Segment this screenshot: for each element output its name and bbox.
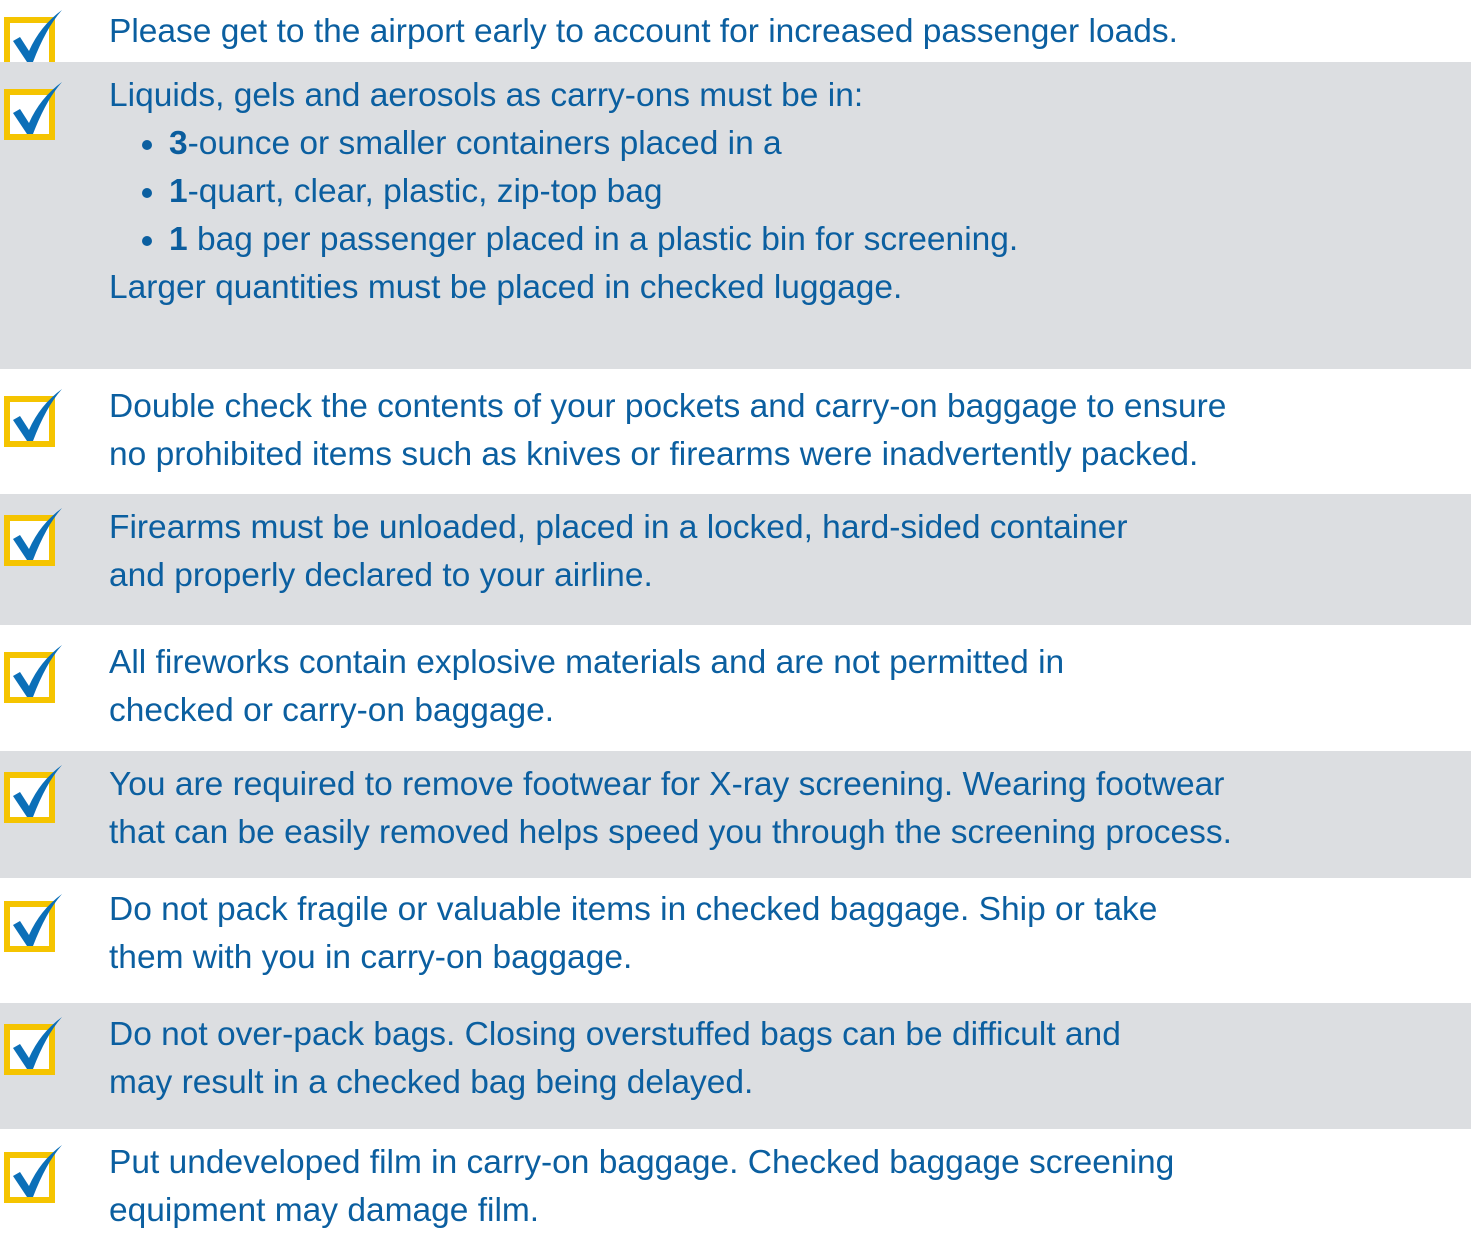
tip-text: Please get to the airport early to accou… <box>109 8 1463 56</box>
tip-text: Do not over-pack bags. Closing overstuff… <box>109 1011 1463 1107</box>
checkbox-checked-icon <box>4 80 66 142</box>
bullet-text: -quart, clear, plastic, zip-top bag <box>187 173 663 210</box>
bullet-text: bag per passenger placed in a plastic bi… <box>187 221 1019 258</box>
tip-text: Do not pack fragile or valuable items in… <box>109 886 1463 982</box>
checkbox-checked-icon <box>4 1143 66 1205</box>
tip-line: Put undeveloped film in carry-on baggage… <box>109 1144 1175 1181</box>
tip-line: that can be easily removed helps speed y… <box>109 814 1232 851</box>
tip-outro: Larger quantities must be placed in chec… <box>109 269 903 306</box>
liquids-rules-list: 3-ounce or smaller containers placed in … <box>109 120 1463 264</box>
bullet-dot <box>142 140 152 150</box>
checkbox-checked-icon <box>4 643 66 705</box>
tip-line: Do not over-pack bags. Closing overstuff… <box>109 1016 1121 1053</box>
tip-text: You are required to remove footwear for … <box>109 761 1463 857</box>
bullet-item: 1 bag per passenger placed in a plastic … <box>109 216 1463 264</box>
tip-row-3: Double check the contents of your pocket… <box>0 369 1471 494</box>
bullet-dot <box>142 188 152 198</box>
tip-text: Put undeveloped film in carry-on baggage… <box>109 1139 1463 1235</box>
bullet-item: 3-ounce or smaller containers placed in … <box>109 120 1463 168</box>
tip-text: Double check the contents of your pocket… <box>109 383 1463 479</box>
bullet-number: 1 <box>169 221 188 258</box>
tip-row-7: Do not pack fragile or valuable items in… <box>0 878 1471 1003</box>
tip-intro: Liquids, gels and aerosols as carry-ons … <box>109 77 864 114</box>
tip-line: Please get to the airport early to accou… <box>109 13 1178 50</box>
tip-line: Firearms must be unloaded, placed in a l… <box>109 509 1128 546</box>
tip-row-6: You are required to remove footwear for … <box>0 751 1471 878</box>
tip-text: Firearms must be unloaded, placed in a l… <box>109 504 1463 600</box>
tip-row-4: Firearms must be unloaded, placed in a l… <box>0 494 1471 625</box>
travel-tips-list: Please get to the airport early to accou… <box>0 0 1471 1254</box>
checkbox-checked-icon <box>4 8 66 70</box>
tip-row-2: Liquids, gels and aerosols as carry-ons … <box>0 62 1471 369</box>
bullet-number: 1 <box>169 173 188 210</box>
tip-line: You are required to remove footwear for … <box>109 766 1225 803</box>
tip-line: may result in a checked bag being delaye… <box>109 1064 754 1101</box>
tip-line: checked or carry-on baggage. <box>109 692 555 729</box>
checkbox-checked-icon <box>4 763 66 825</box>
tip-line: equipment may damage film. <box>109 1192 540 1229</box>
tip-line: them with you in carry-on baggage. <box>109 939 633 976</box>
bullet-dot <box>142 236 152 246</box>
tip-line: no prohibited items such as knives or fi… <box>109 436 1199 473</box>
bullet-number: 3 <box>169 125 188 162</box>
bullet-item: 1-quart, clear, plastic, zip-top bag <box>109 168 1463 216</box>
checkbox-checked-icon <box>4 892 66 954</box>
tip-line: Double check the contents of your pocket… <box>109 388 1227 425</box>
tip-text: Liquids, gels and aerosols as carry-ons … <box>109 72 1463 312</box>
tip-row-1: Please get to the airport early to accou… <box>0 0 1471 68</box>
checkbox-checked-icon <box>4 506 66 568</box>
tip-row-8: Do not over-pack bags. Closing overstuff… <box>0 1003 1471 1129</box>
tip-line: Do not pack fragile or valuable items in… <box>109 891 1158 928</box>
tip-line: and properly declared to your airline. <box>109 557 653 594</box>
checkbox-checked-icon <box>4 1015 66 1077</box>
tip-row-9: Put undeveloped film in carry-on baggage… <box>0 1129 1471 1254</box>
tip-text: All fireworks contain explosive material… <box>109 639 1463 735</box>
tip-line: All fireworks contain explosive material… <box>109 644 1065 681</box>
bullet-text: -ounce or smaller containers placed in a <box>187 125 782 162</box>
tip-row-5: All fireworks contain explosive material… <box>0 625 1471 751</box>
checkbox-checked-icon <box>4 387 66 449</box>
